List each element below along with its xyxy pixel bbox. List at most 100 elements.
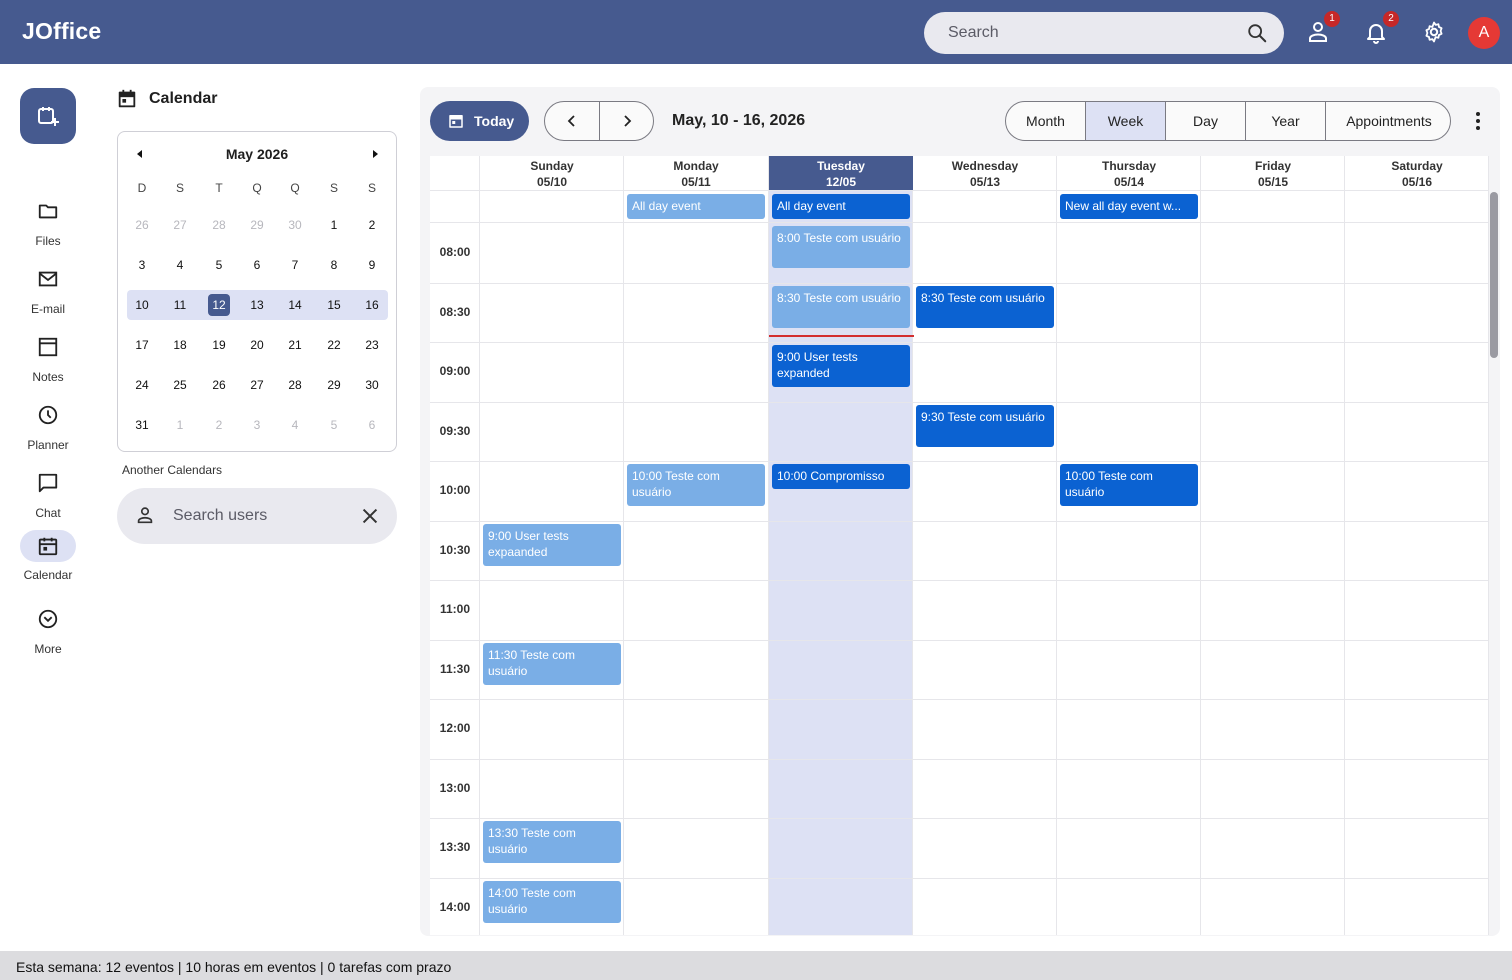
mini-day[interactable]: 24 [123, 370, 161, 400]
nav-more[interactable]: More [0, 604, 96, 664]
day-header[interactable]: Thursday 05/14 [1057, 156, 1201, 190]
nav-chat[interactable]: Chat [0, 468, 96, 528]
time-label: 12:00 [439, 721, 471, 735]
mini-day[interactable]: 1 [315, 210, 353, 240]
global-search-box[interactable]: Search [924, 12, 1284, 54]
mini-day[interactable]: 4 [276, 410, 314, 440]
calendar-event[interactable]: 10:00 Teste com usuário [627, 464, 765, 506]
nav-files[interactable]: Files [0, 196, 96, 256]
mini-day[interactable]: 3 [238, 410, 276, 440]
mini-day[interactable]: 7 [276, 250, 314, 280]
mini-day[interactable]: 12 [200, 290, 238, 320]
grid-scrollbar[interactable] [1490, 192, 1498, 358]
calendar-event[interactable]: 9:00 User tests expanded [772, 345, 910, 387]
mini-day[interactable]: 8 [315, 250, 353, 280]
view-day-button[interactable]: Day [1166, 102, 1246, 140]
day-header[interactable]: Wednesday 05/13 [913, 156, 1057, 190]
mini-day[interactable]: 11 [161, 290, 199, 320]
global-search-input[interactable]: Search [948, 24, 999, 42]
all-day-event[interactable]: New all day event w... [1060, 194, 1198, 219]
calendar-event[interactable]: 8:30 Teste com usuário [916, 286, 1054, 328]
mini-day[interactable]: 2 [200, 410, 238, 440]
calendar-event[interactable]: 13:30 Teste com usuário [483, 821, 621, 863]
calendar-event[interactable]: 14:00 Teste com usuário [483, 881, 621, 923]
mini-day[interactable]: 29 [315, 370, 353, 400]
mini-day[interactable]: 1 [161, 410, 199, 440]
today-button[interactable]: Today [430, 101, 529, 141]
mini-day[interactable]: 6 [353, 410, 391, 440]
mini-day[interactable]: 5 [200, 250, 238, 280]
mini-day[interactable]: 30 [276, 210, 314, 240]
mini-day[interactable]: 10 [123, 290, 161, 320]
gear-icon[interactable] [1422, 20, 1446, 44]
view-month-button[interactable]: Month [1006, 102, 1086, 140]
mini-day[interactable]: 31 [123, 410, 161, 440]
calendar-event[interactable]: 8:30 Teste com usuário [772, 286, 910, 328]
mini-day[interactable]: 4 [161, 250, 199, 280]
mini-day[interactable]: 29 [238, 210, 276, 240]
mini-day[interactable]: 21 [276, 330, 314, 360]
mini-day[interactable]: 15 [315, 290, 353, 320]
more-vert-icon[interactable] [1466, 109, 1490, 133]
new-event-button[interactable] [20, 88, 76, 144]
mini-day[interactable]: 13 [238, 290, 276, 320]
mini-day[interactable]: 19 [200, 330, 238, 360]
view-appointments-button[interactable]: Appointments [1326, 102, 1450, 140]
mini-day[interactable]: 20 [238, 330, 276, 360]
all-day-event[interactable]: All day event [627, 194, 765, 219]
mini-day[interactable]: 3 [123, 250, 161, 280]
mini-day[interactable]: 27 [161, 210, 199, 240]
mini-day[interactable]: 28 [200, 210, 238, 240]
day-header[interactable]: Friday 05/15 [1201, 156, 1345, 190]
search-icon[interactable] [1246, 22, 1268, 44]
mini-day[interactable]: 18 [161, 330, 199, 360]
mini-day[interactable]: 26 [123, 210, 161, 240]
mini-day[interactable]: 6 [238, 250, 276, 280]
calendar-event[interactable]: 10:00 Compromisso [772, 464, 910, 489]
nav-email[interactable]: E-mail [0, 264, 96, 324]
view-switcher: Month Week Day Year Appointments [1005, 101, 1451, 141]
calendar-event[interactable]: 10:00 Teste com usuário [1060, 464, 1198, 506]
mini-day[interactable]: 14 [276, 290, 314, 320]
day-header-name: Thursday [1101, 159, 1156, 173]
view-year-button[interactable]: Year [1246, 102, 1326, 140]
mini-day[interactable]: 2 [353, 210, 391, 240]
grid-row-divider [430, 699, 1489, 700]
nav-calendar[interactable]: Calendar [0, 530, 96, 590]
calendar-event[interactable]: 11:30 Teste com usuário [483, 643, 621, 685]
nav-planner[interactable]: Planner [0, 400, 96, 460]
previous-week-button[interactable] [545, 102, 599, 140]
calendar-event[interactable]: 9:30 Teste com usuário [916, 405, 1054, 447]
mini-day[interactable]: 25 [161, 370, 199, 400]
mini-day[interactable]: 30 [353, 370, 391, 400]
mini-day[interactable]: 9 [353, 250, 391, 280]
user-search-input[interactable]: Search users [173, 507, 267, 525]
user-search-box[interactable]: Search users [117, 488, 397, 544]
grid-row-divider [430, 402, 1489, 403]
mini-day[interactable]: 5 [315, 410, 353, 440]
mini-day[interactable]: 17 [123, 330, 161, 360]
calendar-icon [38, 537, 58, 556]
nav-notes[interactable]: Notes [0, 332, 96, 392]
mini-day[interactable]: 27 [238, 370, 276, 400]
all-day-event[interactable]: All day event [772, 194, 910, 219]
calendar-event[interactable]: 9:00 User tests expaanded [483, 524, 621, 566]
user-avatar[interactable]: A [1468, 17, 1500, 49]
mini-day[interactable]: 22 [315, 330, 353, 360]
view-week-button[interactable]: Week [1086, 102, 1166, 140]
close-icon[interactable] [359, 505, 381, 527]
calendar-event[interactable]: 8:00 Teste com usuário [772, 226, 910, 268]
next-week-button[interactable] [600, 102, 654, 140]
week-grid: Sunday 05/10 Monday 05/11 Tuesday 12/05 Wednes… [430, 156, 1489, 935]
grid-column-divider [768, 156, 769, 935]
day-header[interactable]: Saturday 05/16 [1345, 156, 1489, 190]
mini-day[interactable]: 26 [200, 370, 238, 400]
mini-day[interactable]: 23 [353, 330, 391, 360]
caret-right-icon[interactable] [370, 149, 380, 159]
day-header[interactable]: Monday 05/11 [624, 156, 768, 190]
mini-day[interactable]: 28 [276, 370, 314, 400]
day-header[interactable]: Sunday 05/10 [480, 156, 624, 190]
day-header[interactable]: Tuesday 12/05 [769, 156, 913, 190]
mini-day[interactable]: 16 [353, 290, 391, 320]
app-brand[interactable]: JOffice [22, 18, 101, 45]
